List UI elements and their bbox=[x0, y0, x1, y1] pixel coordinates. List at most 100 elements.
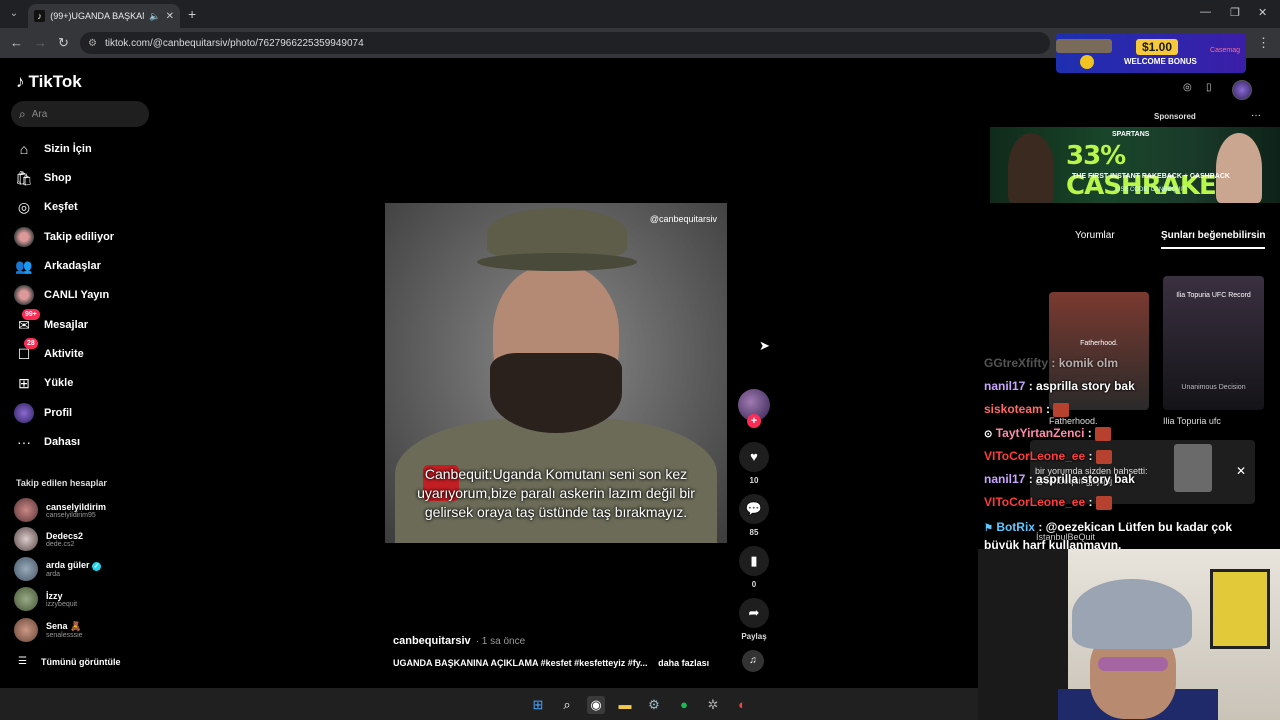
nav-arkadaslar[interactable]: 👥 Arkadaşlar bbox=[14, 255, 101, 277]
tab-yorumlar[interactable]: Yorumlar bbox=[1075, 230, 1115, 241]
follow-plus-icon[interactable]: + bbox=[747, 414, 761, 428]
nav-label: Dahası bbox=[44, 436, 81, 448]
nav-shop[interactable]: 🛍 Shop bbox=[14, 167, 71, 189]
post-photo[interactable]: @canbequitarsiv Canbequit:Uganda Komutan… bbox=[385, 203, 727, 543]
tiktok-logo[interactable]: ♪ TikTok bbox=[16, 72, 82, 92]
browser-tab[interactable]: ♪ (99+)UGANDA BAŞKANINA 🔈 ✕ bbox=[28, 4, 180, 28]
comment-action[interactable]: 💬 85 bbox=[738, 494, 770, 537]
home-icon: ⌂ bbox=[19, 141, 29, 157]
tab-list-chevron-icon[interactable]: ⌄ bbox=[6, 6, 22, 22]
reload-icon[interactable]: ↻ bbox=[58, 35, 69, 51]
more-link[interactable]: daha fazlası bbox=[658, 658, 709, 668]
nav-yukle[interactable]: ⊞ Yükle bbox=[14, 372, 73, 394]
chat-line: nanil17 : asprilla story bak bbox=[984, 379, 1135, 393]
save-action[interactable]: ▮ 0 bbox=[738, 546, 770, 589]
search-input[interactable]: ⌕ Ara bbox=[11, 101, 149, 127]
comment-icon[interactable]: 💬 bbox=[739, 494, 769, 524]
compass-mini-icon[interactable]: ◎ bbox=[1183, 82, 1192, 98]
messages-icon: ✉ 99+ bbox=[14, 309, 40, 335]
user-avatar[interactable] bbox=[1232, 80, 1252, 100]
following-account[interactable]: Dedecs2 dede.cs2 bbox=[14, 527, 83, 551]
suggested-video-thumb[interactable]: Ilia Topuria UFC Record Unanimous Decisi… bbox=[1163, 276, 1264, 410]
chrome-icon[interactable]: ◉ bbox=[587, 696, 605, 714]
profile-icon bbox=[14, 403, 34, 423]
account-name: Dedecs2 bbox=[46, 530, 84, 541]
nav-dahasi[interactable]: ··· Dahası bbox=[14, 431, 80, 453]
taskbar-search-icon[interactable]: ⌕ bbox=[558, 696, 576, 714]
heart-icon[interactable]: ♥ bbox=[739, 442, 769, 472]
nav-label: Yükle bbox=[44, 377, 74, 389]
back-icon[interactable]: ← bbox=[10, 35, 23, 50]
obs-icon[interactable]: ◐ bbox=[733, 696, 751, 714]
file-explorer-icon[interactable]: ▬ bbox=[616, 696, 634, 714]
chat-message: : bbox=[1087, 426, 1092, 440]
activity-badge: 28 bbox=[24, 338, 38, 349]
tiktok-sidebar: ♪ TikTok ⌕ Ara ⌂ Sizin İçin 🛍 Shop ◎ Keş… bbox=[0, 58, 160, 688]
windows-start-icon[interactable]: ⊞ bbox=[529, 696, 547, 714]
minimize-icon[interactable]: — bbox=[1200, 6, 1211, 18]
chat-user: VIToCorLeone_ee bbox=[984, 495, 1086, 509]
share-label: Paylaş bbox=[741, 632, 767, 641]
following-accounts-title: Takip edilen hesaplar bbox=[16, 478, 107, 488]
account-handle: arda bbox=[46, 570, 61, 578]
share-icon[interactable]: ➦ bbox=[739, 598, 769, 628]
following-account[interactable]: İzzy izzybequit bbox=[14, 587, 77, 611]
avatar bbox=[14, 587, 38, 611]
spotify-icon[interactable]: ● bbox=[675, 696, 693, 714]
speaker-icon[interactable]: 🔈 bbox=[149, 11, 160, 22]
address-bar[interactable]: ⚙ tiktok.com/@canbequitarsiv/photo/76279… bbox=[80, 32, 1050, 54]
device-icon[interactable]: ▯ bbox=[1206, 82, 1212, 98]
shop-icon: 🛍 bbox=[15, 170, 33, 186]
nav-profil[interactable]: Profil bbox=[14, 402, 72, 424]
nav-aktivite[interactable]: ☐ 28 Aktivite bbox=[14, 338, 84, 365]
bookmark-icon[interactable]: ▮ bbox=[739, 546, 769, 576]
see-all-following[interactable]: ☰ Tümünü görüntüle bbox=[18, 656, 120, 667]
following-account[interactable]: Sena 🧸 senalesssie bbox=[14, 618, 83, 642]
nav-kesfet[interactable]: ◎ Keşfet bbox=[14, 196, 78, 218]
nav-takip-ediliyor[interactable]: Takip ediliyor bbox=[14, 226, 114, 248]
chat-line: nanil17 : asprilla story bak bbox=[984, 472, 1135, 486]
photo-overlay-text: Canbequit:Uganda Komutanı seni son kez u… bbox=[417, 466, 695, 520]
steam-icon[interactable]: ⚙ bbox=[645, 696, 663, 714]
sunglasses-graphic bbox=[1098, 657, 1168, 671]
url-text: tiktok.com/@canbequitarsiv/photo/7627966… bbox=[104, 37, 364, 49]
site-info-icon[interactable]: ⚙ bbox=[88, 38, 97, 49]
tab-title: (99+)UGANDA BAŞKANINA bbox=[50, 11, 144, 21]
account-name: canselyildirim bbox=[46, 501, 107, 512]
bonus-label: WELCOME BONUS bbox=[1124, 57, 1197, 66]
bot-badge-icon: ⚑ bbox=[984, 523, 993, 534]
close-notification-icon[interactable]: ✕ bbox=[1236, 464, 1246, 478]
browser-menu-icon[interactable]: ⋮ bbox=[1257, 35, 1270, 51]
nav-sizin-icin[interactable]: ⌂ Sizin İçin bbox=[14, 138, 92, 160]
spartans-ad-banner[interactable]: SPARTANS 33% CASHRAKE THE FIRST INSTANT … bbox=[990, 127, 1280, 203]
welcome-bonus-ad[interactable]: $1.00 WELCOME BONUS Casemag bbox=[1056, 33, 1246, 73]
avatar bbox=[14, 618, 38, 642]
ad-brand: SPARTANS bbox=[1112, 131, 1150, 138]
ad-options-icon[interactable]: ··· bbox=[1251, 110, 1261, 121]
share-action[interactable]: ➦ Paylaş bbox=[738, 598, 770, 641]
tiktok-favicon-icon: ♪ bbox=[34, 10, 46, 22]
following-account[interactable]: canselyildirim canselyildirim95 bbox=[14, 498, 106, 522]
ad-code: USE CODE: CANBEQUIT bbox=[1116, 187, 1186, 193]
settings-icon[interactable]: ✲ bbox=[704, 696, 722, 714]
following-account[interactable]: arda güler ✓ arda bbox=[14, 557, 102, 581]
post-author[interactable]: canbequitarsiv bbox=[393, 635, 471, 647]
restore-icon[interactable]: ❐ bbox=[1230, 6, 1240, 19]
close-tab-icon[interactable]: ✕ bbox=[166, 11, 174, 22]
new-tab-icon[interactable]: + bbox=[188, 6, 196, 22]
nav-mesajlar[interactable]: ✉ 99+ Mesajlar bbox=[14, 309, 88, 336]
chat-user: nanil17 bbox=[984, 379, 1026, 393]
chat-user: BotRix bbox=[996, 520, 1035, 534]
forward-icon[interactable]: → bbox=[34, 35, 47, 50]
chat-message: : bbox=[1088, 449, 1093, 463]
chat-line: VIToCorLeone_ee : bbox=[984, 449, 1112, 464]
music-disc-icon[interactable]: ♫ bbox=[742, 650, 764, 672]
tab-suggestions[interactable]: Şunları beğenebilirsin bbox=[1161, 230, 1266, 249]
like-action[interactable]: ♥ 10 bbox=[738, 442, 770, 485]
messages-badge: 99+ bbox=[22, 309, 40, 320]
close-window-icon[interactable]: ✕ bbox=[1258, 6, 1267, 19]
right-panel-tabs: Yorumlar Şunları beğenebilirsin bbox=[1060, 230, 1280, 250]
see-all-label: Tümünü görüntüle bbox=[40, 656, 121, 667]
nav-canli-yayin[interactable]: CANLI Yayın bbox=[14, 284, 109, 306]
thumb-label: Fatherhood. bbox=[1049, 416, 1098, 426]
